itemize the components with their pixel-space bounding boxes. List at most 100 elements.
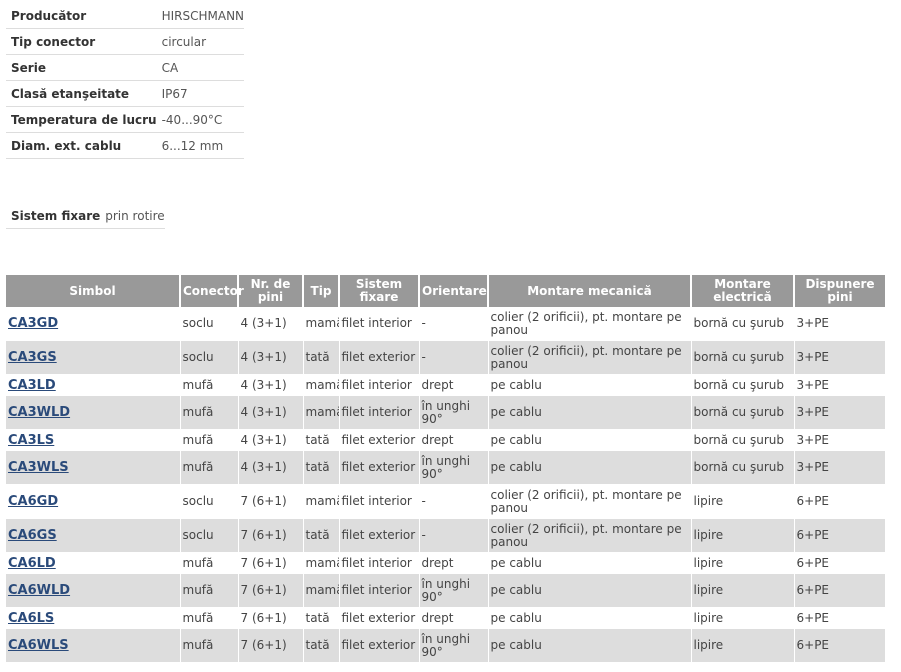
spec-value: IP67 [156, 80, 245, 107]
pins-cell: 4 (3+1) [238, 395, 304, 430]
electrical-mounting-cell: lipire [691, 552, 795, 574]
mechanical-mounting-cell: colier (2 orificii), pt. montare pe pano… [488, 307, 692, 341]
symbol-cell: CA3LS [6, 429, 181, 451]
electrical-mounting-cell: lipire [691, 573, 795, 608]
orientation-cell: în unghi 90° [419, 450, 489, 485]
mechanical-mounting-cell: colier (2 orificii), pt. montare pe pano… [488, 518, 692, 553]
product-link[interactable]: CA6LS [8, 611, 54, 626]
pin-layout-cell: 3+PE [794, 307, 885, 341]
product-link[interactable]: CA3LS [8, 433, 54, 448]
type-cell: tată [303, 340, 340, 375]
pin-layout-cell: 6+PE [794, 607, 885, 629]
type-cell: mamă [303, 307, 340, 341]
pin-layout-cell: 6+PE [794, 573, 885, 608]
column-header: Conector [180, 275, 244, 307]
product-link[interactable]: CA3WLD [8, 405, 70, 420]
table-row: CA6WLS mufă 7 (6+1) tată filet exterior în un… [6, 628, 885, 663]
fixing-system-cell: filet exterior [339, 607, 420, 629]
type-cell: tată [303, 628, 340, 663]
type-cell: tată [303, 450, 340, 485]
mechanical-mounting-cell: pe cablu [488, 552, 692, 574]
pin-layout-cell: 3+PE [794, 340, 885, 375]
connector-cell: soclu [180, 340, 239, 375]
connector-cell: soclu [180, 518, 239, 553]
symbol-cell: CA6GD [6, 484, 181, 519]
table-row: CA6WLD mufă7 (6+1)mamăfilet interiorîn un… [6, 573, 885, 608]
product-link[interactable]: CA6WLS [8, 638, 69, 653]
symbol-cell: CA6WLD [6, 573, 181, 608]
product-link[interactable]: CA6GS [8, 528, 57, 543]
orientation-cell: în unghi 90° [419, 395, 489, 430]
product-link[interactable]: CA6WLD [8, 583, 70, 598]
spec-row: Clasă etanşeitate IP67 [6, 80, 245, 107]
product-link[interactable]: CA3GS [8, 350, 57, 365]
type-cell: mamă [303, 484, 340, 519]
spec-row: Tip conector circular [6, 28, 245, 55]
connector-cell: mufă [180, 573, 239, 608]
mechanical-mounting-cell: pe cablu [488, 429, 692, 451]
product-link[interactable]: CA6LD [8, 556, 56, 571]
orientation-cell: - [419, 340, 489, 375]
symbol-cell: CA6WLS [6, 628, 181, 663]
pin-layout-cell: 6+PE [794, 628, 885, 663]
mechanical-mounting-cell: pe cablu [488, 395, 692, 430]
specs-table: Producător HIRSCHMANN Tip conector circula… [6, 3, 245, 159]
spec-label: Producător [6, 3, 157, 29]
electrical-mounting-cell: bornă cu şurub [691, 429, 795, 451]
pin-layout-cell: 3+PE [794, 429, 885, 451]
pin-layout-cell: 6+PE [794, 518, 885, 553]
product-link[interactable]: CA3WLS [8, 460, 69, 475]
fixing-table: Sistem fixare prin rotire [6, 204, 165, 229]
symbol-cell: CA6LD [6, 552, 181, 574]
spec-label: Temperatura de lucru [6, 106, 157, 133]
pin-layout-cell: 3+PE [794, 374, 885, 396]
pins-cell: 4 (3+1) [238, 429, 304, 451]
connector-cell: mufă [180, 374, 239, 396]
fixing-system-cell: filet interior [339, 395, 420, 430]
table-row: CA3GS soclu 4 (3+1) tată filet exterior - coli… [6, 340, 885, 375]
column-header: Montare electrică [691, 275, 795, 307]
spec-value: HIRSCHMANN [156, 3, 245, 29]
pin-layout-cell: 6+PE [794, 484, 885, 519]
orientation-cell: în unghi 90° [419, 573, 489, 608]
connector-cell: mufă [180, 628, 239, 663]
electrical-mounting-cell: bornă cu şurub [691, 450, 795, 485]
connector-cell: mufă [180, 450, 239, 485]
fixing-value: prin rotire [100, 204, 165, 229]
pin-layout-cell: 3+PE [794, 395, 885, 430]
symbol-cell: CA6GS [6, 518, 181, 553]
table-header-row: Simbol Conector Nr. de pini Tip Sistem f… [6, 275, 885, 307]
product-link[interactable]: CA3GD [8, 316, 58, 331]
pins-cell: 4 (3+1) [238, 450, 304, 485]
product-link[interactable]: CA3LD [8, 378, 56, 393]
column-header: Dispunere pini [794, 275, 885, 307]
table-row: CA6GS soclu 7 (6+1) tată filet exterior - coli… [6, 518, 885, 553]
products-table: Simbol Conector Nr. de pini Tip Sistem f… [6, 275, 885, 663]
table-row: CA6LD mufă7 (6+1)mamăfilet interiordreptp… [6, 552, 885, 574]
pins-cell: 4 (3+1) [238, 374, 304, 396]
mechanical-mounting-cell: pe cablu [488, 374, 692, 396]
table-row: CA3WLD mufă4 (3+1)mamăfilet interiorîn un… [6, 395, 885, 430]
fixing-system-cell: filet interior [339, 374, 420, 396]
mechanical-mounting-cell: pe cablu [488, 607, 692, 629]
connector-cell: mufă [180, 552, 239, 574]
type-cell: mamă [303, 374, 340, 396]
spec-row: Diam. ext. cablu 6...12 mm [6, 132, 245, 159]
electrical-mounting-cell: bornă cu şurub [691, 340, 795, 375]
product-link[interactable]: CA6GD [8, 494, 58, 509]
connector-cell: mufă [180, 607, 239, 629]
spec-label: Serie [6, 54, 157, 81]
mechanical-mounting-cell: pe cablu [488, 573, 692, 608]
symbol-cell: CA3GD [6, 307, 181, 341]
fixing-system-cell: filet interior [339, 307, 420, 341]
electrical-mounting-cell: lipire [691, 607, 795, 629]
pins-cell: 7 (6+1) [238, 484, 304, 519]
type-cell: mamă [303, 573, 340, 608]
spec-value: CA [156, 54, 245, 81]
fixing-system-cell: filet exterior [339, 450, 420, 485]
type-cell: tată [303, 518, 340, 553]
fixing-row: Sistem fixare prin rotire [6, 204, 165, 229]
symbol-cell: CA3GS [6, 340, 181, 375]
pin-layout-cell: 3+PE [794, 450, 885, 485]
electrical-mounting-cell: bornă cu şurub [691, 374, 795, 396]
